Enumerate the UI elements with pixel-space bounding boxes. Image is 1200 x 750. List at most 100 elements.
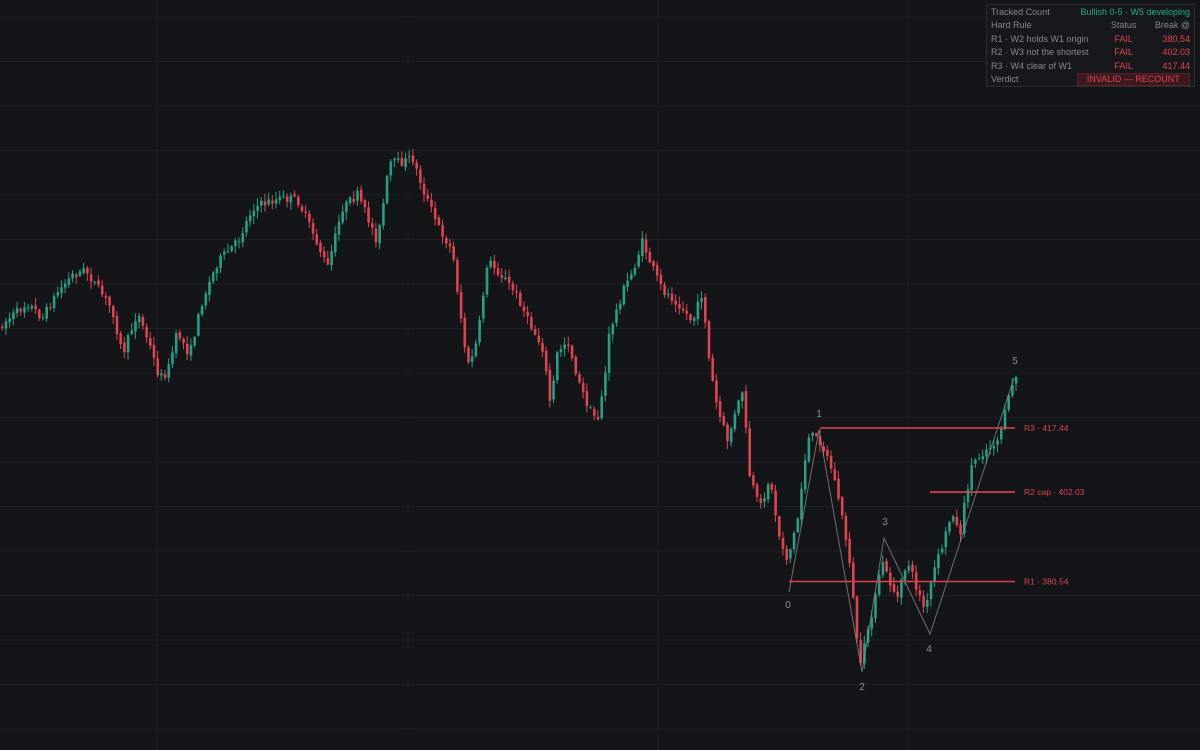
candle-body — [667, 293, 670, 296]
candle-body — [678, 303, 681, 309]
elliott-wave-chart[interactable]: 0 1 2 3 4 5 R3 · 417.44 R2 cap · 402.03 R1 · 380… — [0, 0, 1200, 750]
candle-body — [8, 318, 11, 323]
candle-body — [737, 400, 740, 414]
candle-body — [630, 274, 633, 280]
candle-body — [371, 223, 374, 228]
candle-body — [108, 296, 111, 306]
candle-body — [500, 275, 504, 278]
candle-body — [334, 233, 337, 253]
candle-body — [297, 196, 300, 206]
rule-status: FAIL — [1114, 33, 1133, 44]
candle-body — [112, 305, 115, 317]
candle-body — [23, 307, 26, 313]
candle-body — [45, 306, 48, 319]
candle-body — [1003, 409, 1007, 430]
candle-body — [552, 380, 555, 400]
candle-body — [474, 343, 478, 356]
candle-body — [692, 317, 696, 321]
candle-body — [200, 306, 204, 315]
candle-body — [504, 277, 507, 280]
candle-body — [685, 310, 689, 314]
candle-body — [167, 364, 171, 378]
candle-body — [274, 199, 278, 204]
candle-body — [885, 560, 888, 572]
candle-body — [470, 356, 474, 362]
candle-body — [208, 281, 211, 295]
candle-body — [330, 251, 333, 266]
candle-body — [219, 255, 222, 269]
candle-body — [226, 251, 230, 253]
candle-body — [304, 211, 307, 213]
candle-body — [759, 498, 763, 504]
candle-body — [574, 356, 578, 374]
candle-body — [38, 309, 41, 319]
candle-body — [174, 333, 178, 354]
candle-body — [541, 343, 544, 352]
candle-body — [485, 267, 489, 295]
candle-body — [774, 490, 777, 516]
candle-body — [134, 321, 137, 332]
candle-body — [763, 498, 766, 502]
candle-body — [52, 296, 56, 309]
candle-body — [293, 194, 296, 197]
candle-body — [881, 562, 885, 575]
rule-break: 380.54 — [1162, 33, 1190, 44]
candle-body — [707, 321, 711, 358]
candle-body — [596, 416, 600, 420]
level-label-r2: R2 cap · 402.03 — [1024, 487, 1085, 497]
rules-table: Tracked Count Bullish 0-5 · W5 developin… — [986, 4, 1195, 87]
candle-body — [130, 330, 134, 334]
candle-body — [844, 516, 848, 541]
candle-body — [193, 337, 196, 346]
candle-body — [26, 307, 30, 309]
candle-body — [544, 350, 548, 372]
level-label-r3: R3 · 417.44 — [1024, 423, 1069, 433]
candle-body — [711, 357, 714, 381]
candle-body — [141, 316, 145, 326]
candle-body — [385, 176, 389, 204]
candle-body — [796, 518, 800, 533]
candle-body — [567, 344, 570, 346]
candle-body — [803, 460, 807, 490]
candle-body — [115, 316, 119, 335]
candle-body — [600, 396, 603, 419]
candle-body — [578, 374, 581, 383]
candle-body — [726, 424, 729, 442]
candle-body — [93, 281, 97, 283]
candle-body — [419, 169, 422, 184]
candle-body — [985, 449, 988, 457]
candle-body — [145, 326, 148, 338]
candle-body — [359, 189, 363, 202]
rule-break: 402.03 — [1162, 47, 1190, 58]
candle-body — [896, 591, 899, 597]
price-chart-canvas[interactable]: 0 1 2 3 4 5 R3 · 417.44 R2 cap · 402.03 R1 · 380… — [0, 0, 1200, 750]
candle-body — [186, 343, 189, 355]
candle-body — [855, 596, 859, 639]
candle-body — [800, 488, 803, 520]
rule-break: 417.44 — [1162, 60, 1190, 71]
candle-body — [1014, 377, 1018, 384]
candle-body — [252, 210, 256, 217]
candle-body — [715, 380, 718, 403]
candle-body — [356, 190, 359, 201]
candle-body — [744, 391, 748, 428]
rule-name: R1 · W2 holds W1 origin — [991, 33, 1089, 44]
candle-body — [926, 600, 929, 607]
candle-body — [345, 201, 348, 213]
candle-body — [378, 225, 381, 244]
candle-body — [959, 524, 962, 535]
candle-body — [215, 268, 219, 274]
candle-body — [622, 285, 626, 305]
candle-body — [4, 321, 8, 329]
candle-body — [75, 274, 78, 277]
candle-body — [618, 303, 622, 310]
candle-body — [548, 369, 552, 401]
candle-body — [256, 205, 259, 211]
candle-body — [67, 278, 71, 285]
candle-body — [589, 407, 592, 409]
candle-body — [49, 307, 52, 309]
candle-body — [178, 332, 182, 339]
candle-body — [696, 301, 700, 320]
candle-body — [611, 324, 615, 335]
candle-body — [348, 197, 352, 203]
